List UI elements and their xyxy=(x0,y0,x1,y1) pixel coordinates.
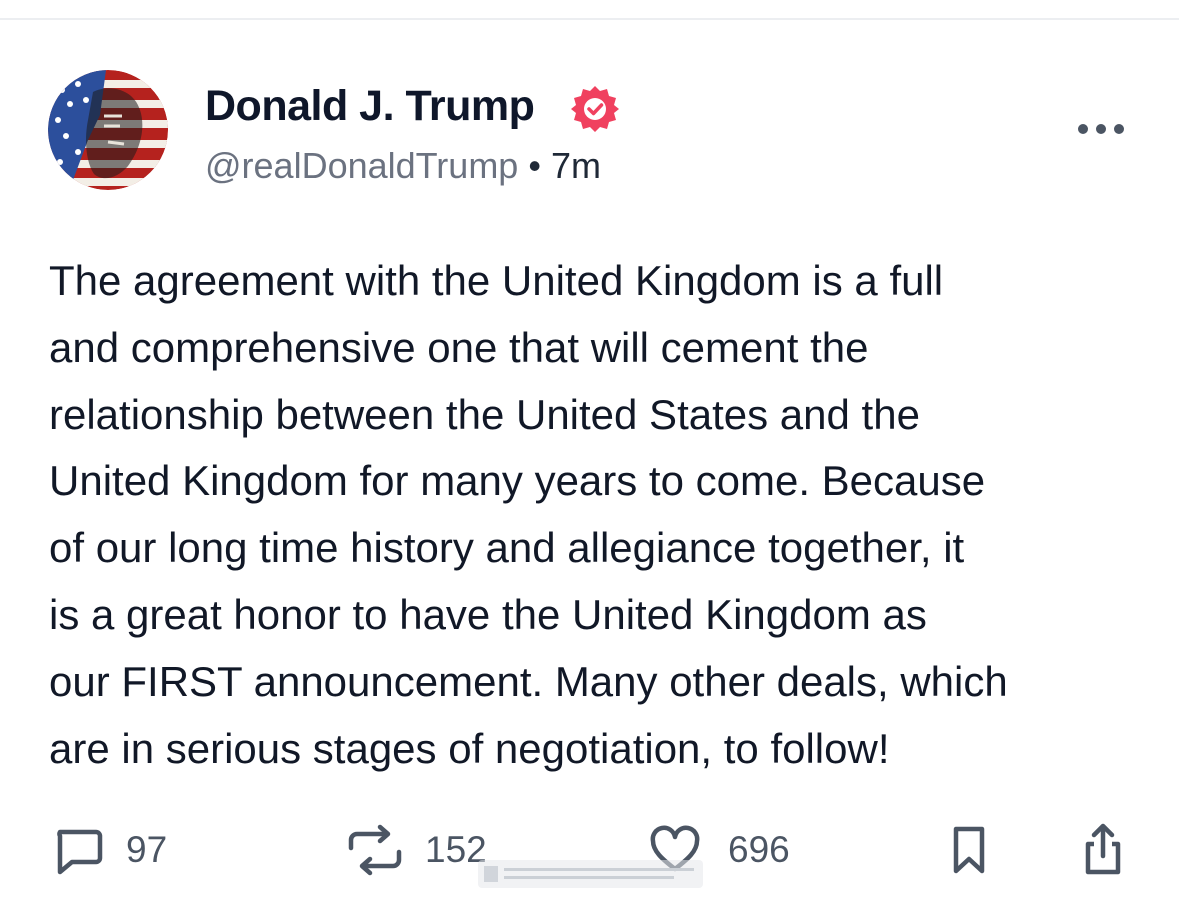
post-body-line: is a great honor to have the United King… xyxy=(49,590,927,638)
post-body: The agreement with the United Kingdom is… xyxy=(49,248,1159,782)
retruth-button[interactable]: 152 xyxy=(345,815,487,885)
post-body-line: relationship between the United States a… xyxy=(49,390,920,438)
bookmark-button[interactable] xyxy=(950,815,988,885)
post-meta: @realDonaldTrump • 7m xyxy=(205,145,601,187)
meta-separator: • xyxy=(528,145,541,186)
bookmark-icon xyxy=(953,826,985,874)
like-count: 696 xyxy=(728,829,790,870)
post-body-line: of our long time history and allegiance … xyxy=(49,524,965,572)
avatar[interactable] xyxy=(48,70,168,190)
share-button[interactable] xyxy=(1080,815,1126,885)
flag-portrait-avatar-icon xyxy=(48,70,168,190)
truth-post: Donald J. Trump @realDonaldTrump • 7m The … xyxy=(0,0,1179,903)
repost-arrows-icon xyxy=(348,824,402,876)
share-upload-icon xyxy=(1085,823,1121,875)
reply-count: 97 xyxy=(126,829,168,870)
post-body-line: our FIRST announcement. Many other deals… xyxy=(49,657,1008,705)
post-time[interactable]: 7m xyxy=(551,145,601,186)
heart-icon xyxy=(650,825,700,872)
action-bar: 97 152 696 xyxy=(0,815,1179,885)
post-body-line: and comprehensive one that will cement t… xyxy=(49,323,869,371)
like-button[interactable]: 696 xyxy=(648,815,790,885)
retruth-count: 152 xyxy=(425,829,487,870)
post-body-line: are in serious stages of negotiation, to… xyxy=(49,724,890,772)
post-body-line: United Kingdom for many years to come. B… xyxy=(49,457,986,505)
author-handle[interactable]: @realDonaldTrump xyxy=(205,145,518,186)
more-dots-icon[interactable] xyxy=(1076,117,1126,141)
author-name[interactable]: Donald J. Trump xyxy=(205,82,535,131)
comment-bubble-icon xyxy=(57,829,103,875)
verified-badge-icon xyxy=(570,84,620,134)
reply-button[interactable]: 97 xyxy=(52,815,167,885)
post-body-line: The agreement with the United Kingdom is… xyxy=(49,257,944,304)
